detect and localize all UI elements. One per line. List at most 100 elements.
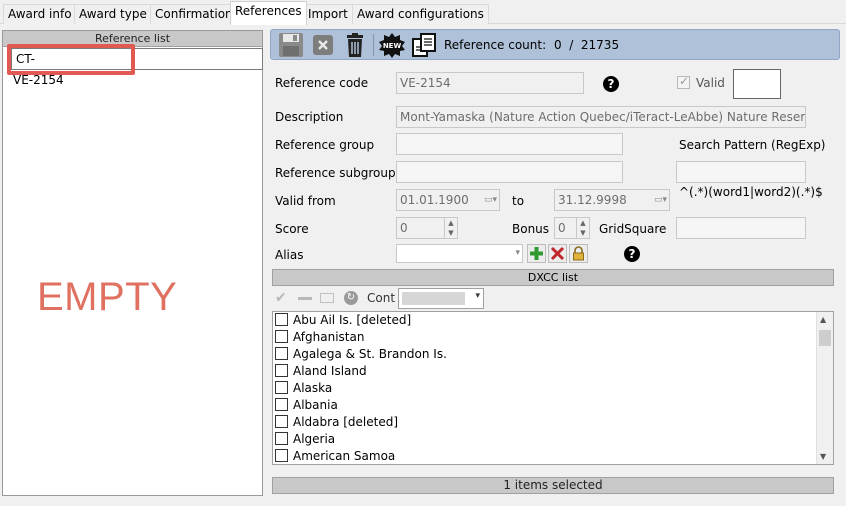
to-label: to [512, 194, 525, 208]
valid-to-date-field[interactable]: 31.12.9998 ▭▾ [554, 189, 670, 211]
checkbox[interactable] [275, 415, 288, 428]
lock-alias-button[interactable] [569, 244, 588, 263]
checkbox[interactable] [275, 381, 288, 394]
help-icon[interactable]: ? [624, 246, 640, 262]
valid-from-date-field[interactable]: 01.01.1900 ▭▾ [396, 189, 500, 211]
list-item[interactable]: Abu Ail Is. [deleted] [275, 313, 411, 330]
alias-label: Alias [275, 248, 304, 262]
remove-alias-button[interactable] [548, 244, 567, 263]
tab-award-configurations[interactable]: Award configurations [352, 4, 489, 24]
valid-checkbox[interactable]: ✓ [677, 74, 690, 89]
list-item-label: Agalega & St. Brandon Is. [293, 347, 447, 361]
spin-up-icon[interactable]: ▲ [444, 218, 457, 228]
spin-down-icon[interactable]: ▼ [444, 228, 457, 238]
reference-code-label: Reference code [275, 76, 369, 90]
uncheck-all-icon[interactable] [298, 297, 312, 300]
reference-group-field[interactable] [396, 133, 623, 155]
continent-dropdown-fill [402, 292, 465, 305]
delete-button[interactable] [341, 32, 369, 58]
checkbox[interactable] [275, 432, 288, 445]
save-button[interactable] [277, 32, 305, 58]
new-icon: NEW [379, 33, 405, 58]
tab-confirmation[interactable]: Confirmation [150, 4, 238, 24]
checkbox[interactable] [275, 347, 288, 360]
reference-subgroup-field[interactable] [396, 161, 623, 183]
dxcc-list[interactable]: Abu Ail Is. [deleted] Afghanistan Agaleg… [272, 311, 834, 465]
reference-list-panel: Reference list VE-2154 EMPTY [2, 30, 263, 496]
help-icon[interactable]: ? [603, 76, 619, 92]
bonus-spinner[interactable]: 0 ▲ ▼ [554, 217, 590, 239]
search-pattern-label: Search Pattern (RegExp) [679, 138, 826, 152]
tab-import[interactable]: Import [303, 4, 353, 24]
list-item[interactable]: Albania [275, 398, 338, 415]
search-pattern-field[interactable] [676, 161, 806, 183]
scrollbar-thumb[interactable] [819, 330, 831, 346]
list-item[interactable]: Agalega & St. Brandon Is. [275, 347, 447, 364]
list-item[interactable]: Algeria [275, 432, 335, 449]
score-label: Score [275, 222, 309, 236]
list-item-label: Algeria [293, 432, 336, 446]
reference-list-header: Reference list [3, 31, 262, 47]
gridsquare-field[interactable] [676, 217, 806, 239]
list-item-label: Afghanistan [293, 330, 365, 344]
tab-references[interactable]: References [230, 1, 307, 25]
reference-list-item[interactable]: VE-2154 [13, 73, 64, 87]
add-alias-button[interactable] [527, 244, 546, 263]
checkbox[interactable] [275, 398, 288, 411]
list-item[interactable]: Aland Island [275, 364, 367, 381]
description-field[interactable]: Mont-Yamaska (Nature Action Quebec/iTera… [396, 106, 806, 128]
calendar-dropdown-icon[interactable]: ▭▾ [654, 190, 667, 210]
plus-icon [530, 247, 543, 260]
lock-icon [573, 246, 584, 261]
copy-button[interactable] [410, 32, 438, 58]
reference-count: Reference count: 0 / 21735 [444, 38, 619, 52]
list-item[interactable]: Alaska [275, 381, 332, 398]
search-pattern-hint: ^(.*)(word1|word2)(.*)$ [679, 185, 823, 199]
dxcc-scrollbar[interactable]: ▲ ▼ [816, 312, 833, 464]
scroll-up-icon[interactable]: ▲ [820, 315, 826, 324]
checkbox[interactable] [275, 313, 288, 326]
new-button[interactable]: NEW [378, 32, 406, 58]
check-icon: ✓ [679, 74, 690, 88]
continent-dropdown[interactable]: ▾ [398, 288, 484, 309]
spin-down-icon[interactable]: ▼ [576, 228, 589, 238]
checkbox[interactable] [275, 364, 288, 377]
close-icon [550, 246, 565, 261]
calendar-dropdown-icon[interactable]: ▭▾ [484, 190, 497, 210]
reference-toolbar: NEW Reference count: 0 / 21735 [270, 29, 840, 60]
valid-label: Valid [696, 76, 725, 90]
tab-award-info[interactable]: Award info [3, 4, 77, 24]
refresh-icon[interactable]: ↻ [344, 291, 358, 305]
list-item[interactable]: American Samoa [275, 449, 396, 464]
discard-button[interactable] [309, 32, 337, 58]
checkbox[interactable] [275, 449, 288, 462]
list-item[interactable]: Aldabra [deleted] [275, 415, 398, 432]
gridsquare-label: GridSquare [599, 222, 667, 236]
list-item-label: Aland Island [293, 364, 367, 378]
reference-code-field[interactable]: VE-2154 [396, 72, 584, 94]
reference-filter-input[interactable] [11, 48, 263, 70]
spin-up-icon[interactable]: ▲ [576, 218, 589, 228]
scroll-down-icon[interactable]: ▼ [820, 452, 826, 461]
score-value: 0 [400, 221, 408, 235]
score-spinner[interactable]: 0 ▲ ▼ [396, 217, 458, 239]
color-preview-box[interactable] [733, 69, 781, 99]
tab-award-type[interactable]: Award type [74, 4, 152, 24]
bonus-value: 0 [558, 221, 566, 235]
reference-count-value: 0 / 21735 [553, 38, 620, 52]
window-icon[interactable] [320, 293, 334, 303]
selection-status: 1 items selected [272, 477, 834, 494]
checkbox[interactable] [275, 330, 288, 343]
list-item[interactable]: Afghanistan [275, 330, 364, 347]
valid-from-label: Valid from [275, 194, 336, 208]
description-label: Description [275, 110, 344, 124]
list-item-label: American Samoa [293, 449, 396, 463]
alias-dropdown[interactable]: ▾ [396, 244, 523, 263]
copy-icon [412, 33, 436, 57]
close-icon [313, 35, 333, 55]
check-all-icon[interactable]: ✔ [275, 290, 287, 306]
valid-from-value: 01.01.1900 [400, 193, 469, 207]
list-item-label: Abu Ail Is. [deleted] [293, 313, 412, 327]
reference-subgroup-label: Reference subgroup [275, 166, 396, 180]
dxcc-list-header: DXCC list [272, 269, 834, 286]
